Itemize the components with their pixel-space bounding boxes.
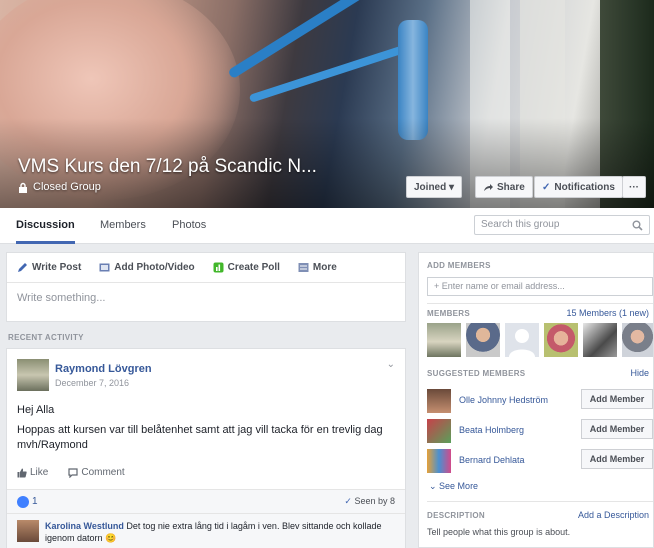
suggested-members-label: SUGGESTED MEMBERS <box>427 369 526 378</box>
like-button[interactable]: Like <box>17 467 48 478</box>
author-avatar[interactable] <box>17 359 49 391</box>
post-body-line1: Hoppas att kursen var till belåtenhet sa… <box>17 424 383 436</box>
description-label: DESCRIPTION <box>427 511 485 520</box>
poll-icon <box>213 262 224 273</box>
add-member-button[interactable]: Add Member <box>581 449 653 469</box>
post-author[interactable]: Raymond Lövgren <box>55 363 152 375</box>
member-avatar[interactable] <box>466 323 500 357</box>
recent-activity-label: RECENT ACTIVITY <box>8 333 84 342</box>
search-icon <box>632 220 643 231</box>
more-icon <box>298 263 309 272</box>
group-title[interactable]: VMS Kurs den 7/12 på Scandic N... <box>18 156 317 178</box>
post-card: Raymond Lövgren December 7, 2016 ⌄ Hej A… <box>6 348 406 548</box>
suggested-avatar[interactable] <box>427 389 451 413</box>
check-icon: ✓ <box>542 181 551 193</box>
joined-button[interactable]: Joined ▾ <box>406 176 463 198</box>
share-button[interactable]: Share <box>475 176 533 198</box>
reactions-bar: 1 ✓ Seen by 8 <box>7 489 405 513</box>
thumbs-up-icon <box>17 468 27 477</box>
create-poll-action[interactable]: Create Poll <box>213 262 280 273</box>
add-members-label: ADD MEMBERS <box>427 261 491 270</box>
notifications-button[interactable]: ✓ Notifications <box>534 176 623 198</box>
member-avatar[interactable] <box>622 323 653 357</box>
member-avatar[interactable] <box>505 323 539 357</box>
group-privacy: Closed Group <box>18 181 101 193</box>
tab-discussion[interactable]: Discussion <box>16 208 75 244</box>
post-options-icon[interactable]: ⌄ <box>387 359 395 370</box>
post-greeting: Hej Alla <box>17 404 55 416</box>
more-options-button[interactable]: ··· <box>622 176 646 198</box>
check-icon: ✓ <box>344 496 355 506</box>
comment-text: Karolina Westlund Det tog nie extra lång… <box>45 521 382 543</box>
like-count[interactable]: 1 <box>32 496 38 507</box>
tab-members[interactable]: Members <box>100 208 146 244</box>
add-description-link[interactable]: Add a Description <box>578 510 649 520</box>
suggested-member: Beata Holmberg Add Member <box>427 417 653 443</box>
member-avatar[interactable] <box>544 323 578 357</box>
write-post-action[interactable]: Write Post <box>17 262 81 273</box>
member-avatar[interactable] <box>583 323 617 357</box>
add-member-button[interactable]: Add Member <box>581 419 653 439</box>
photo-icon <box>99 263 110 272</box>
tab-photos[interactable]: Photos <box>172 208 206 244</box>
privacy-label: Closed Group <box>33 181 101 193</box>
members-label: MEMBERS <box>427 309 470 318</box>
commenter-avatar[interactable] <box>17 520 39 542</box>
share-icon <box>484 183 493 191</box>
suggested-avatar[interactable] <box>427 449 451 473</box>
member-avatar[interactable] <box>427 323 461 357</box>
write-something-input[interactable]: Write something... <box>7 283 405 313</box>
post-date[interactable]: December 7, 2016 <box>55 378 129 388</box>
see-more-link[interactable]: ⌄ See More <box>429 481 478 492</box>
default-user-icon <box>509 329 535 357</box>
comment-item: Karolina Westlund Det tog nie extra lång… <box>7 513 405 548</box>
add-members-input[interactable]: + Enter name or email address... <box>427 277 653 296</box>
hide-link[interactable]: Hide <box>630 368 649 378</box>
like-reaction-icon <box>17 496 29 508</box>
pencil-icon <box>18 263 27 272</box>
add-photo-video-action[interactable]: Add Photo/Video <box>99 262 195 273</box>
suggested-member: Olle Johnny Hedström Add Member <box>427 387 653 413</box>
seen-by[interactable]: ✓ Seen by 8 <box>344 496 395 507</box>
members-count-link[interactable]: 15 Members (1 new) <box>566 308 649 318</box>
comment-icon <box>68 467 78 478</box>
suggested-avatar[interactable] <box>427 419 451 443</box>
chevron-down-icon: ⌄ <box>429 481 440 491</box>
group-search-input[interactable]: Search this group <box>474 215 650 235</box>
more-action[interactable]: More <box>298 262 337 273</box>
post-composer: Write Post Add Photo/Video Create Poll M… <box>6 252 406 322</box>
description-prompt: Tell people what this group is about. <box>427 527 571 537</box>
right-sidebar: ADD MEMBERS + Enter name or email addres… <box>418 252 654 548</box>
comment-button[interactable]: Comment <box>68 467 125 478</box>
post-body-line2: mvh/Raymond <box>17 439 88 451</box>
add-member-button[interactable]: Add Member <box>581 389 653 409</box>
lock-icon <box>19 182 27 193</box>
suggested-member: Bernard Dehlata Add Member <box>427 447 653 473</box>
commenter-name[interactable]: Karolina Westlund <box>45 521 124 531</box>
